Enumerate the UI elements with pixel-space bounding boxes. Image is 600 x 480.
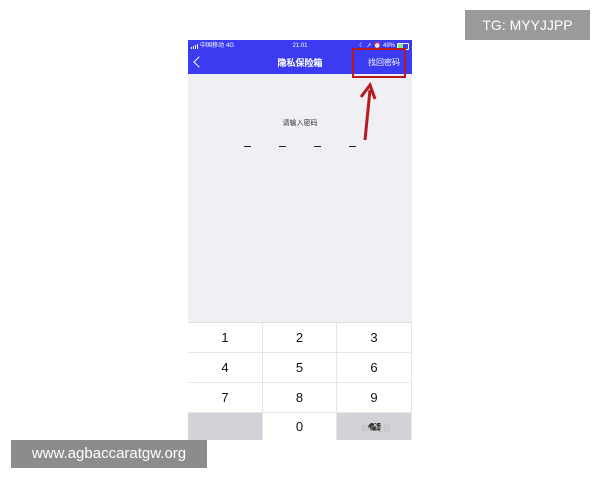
key-7[interactable]: 7: [188, 383, 263, 413]
delete-key[interactable]: Bai 经验: [337, 413, 412, 440]
key-3[interactable]: 3: [337, 323, 412, 353]
key-1[interactable]: 1: [188, 323, 263, 353]
pin-slot: [279, 146, 286, 147]
back-chevron-icon[interactable]: [193, 56, 205, 68]
key-2[interactable]: 2: [263, 323, 337, 353]
numeric-keypad: 1 2 3 4 5 6 7 8 9 0 Bai 经验: [188, 322, 412, 440]
tg-watermark: TG: MYYJJPP: [465, 10, 590, 40]
carrier-text: 中国移动: [200, 43, 225, 49]
key-6[interactable]: 6: [337, 353, 412, 383]
site-url-watermark: www.agbaccaratgw.org: [11, 440, 207, 468]
pin-slot: [349, 146, 356, 147]
pin-slot: [244, 146, 251, 147]
annotation-arrow-icon: [359, 82, 377, 141]
key-0[interactable]: 0: [263, 413, 337, 440]
pin-slot: [314, 146, 321, 147]
key-empty: [188, 413, 263, 440]
key-9[interactable]: 9: [337, 383, 412, 413]
highlight-box: [352, 48, 406, 78]
status-left: 中国移动 4G: [191, 40, 234, 52]
key-4[interactable]: 4: [188, 353, 263, 383]
network-text: 4G: [226, 43, 235, 49]
backspace-icon: [367, 422, 381, 431]
key-5[interactable]: 5: [263, 353, 337, 383]
signal-icon: [191, 43, 198, 49]
key-8[interactable]: 8: [263, 383, 337, 413]
screenshot-page: TG: MYYJJPP 中国移动 4G 21:01 ☾ ➚ ⏰ 49% 隐私保险…: [0, 0, 600, 480]
pin-input-slots[interactable]: [238, 146, 362, 156]
